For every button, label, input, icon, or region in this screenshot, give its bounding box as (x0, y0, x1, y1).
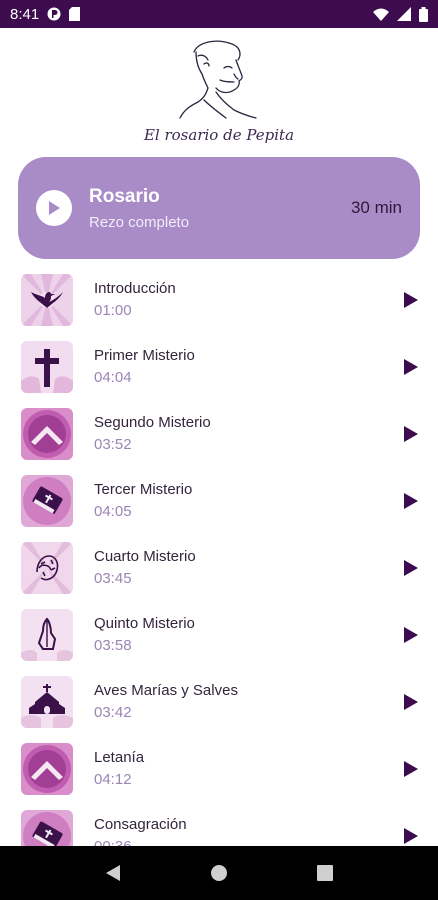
item-duration: 03:45 (94, 570, 132, 587)
list-item[interactable]: Quinto Misterio 03:58 (0, 601, 438, 668)
list-item[interactable]: Letanía 04:12 (0, 735, 438, 802)
play-icon[interactable] (403, 827, 419, 845)
play-icon[interactable] (403, 425, 419, 443)
crown-of-thorns-icon (21, 541, 73, 594)
status-time: 8:41 (10, 5, 40, 23)
item-title: Introducción (94, 280, 176, 297)
play-icon[interactable] (403, 559, 419, 577)
dove-icon (21, 273, 73, 326)
recents-icon[interactable] (317, 865, 334, 881)
item-duration: 03:58 (94, 637, 132, 654)
church-icon (21, 675, 73, 728)
item-duration: 04:04 (94, 369, 132, 386)
list-item[interactable]: Cuarto Misterio 03:45 (0, 534, 438, 601)
play-icon[interactable] (403, 358, 419, 376)
item-duration: 03:52 (94, 436, 132, 453)
play-icon (49, 201, 60, 215)
status-bar: 8:41 (0, 0, 438, 28)
item-duration: 04:05 (94, 503, 132, 520)
wifi-icon (373, 8, 389, 21)
bible-icon (21, 474, 73, 527)
cross-icon (21, 340, 73, 393)
praying-hands-icon (21, 608, 73, 661)
item-title: Aves Marías y Salves (94, 682, 238, 699)
item-title: Quinto Misterio (94, 615, 195, 632)
play-icon[interactable] (403, 760, 419, 778)
play-icon[interactable] (403, 291, 419, 309)
home-icon[interactable] (210, 864, 228, 882)
rosary-hero-card[interactable]: Rosario Rezo completo 30 min (18, 157, 420, 259)
list-item[interactable]: Introducción 01:00 (0, 266, 438, 333)
item-title: Primer Misterio (94, 347, 195, 364)
notification-app-icon (47, 7, 61, 21)
list-item[interactable]: Segundo Misterio 03:52 (0, 400, 438, 467)
play-icon[interactable] (403, 492, 419, 510)
list-item[interactable]: Primer Misterio 04:04 (0, 333, 438, 400)
item-title: Letanía (94, 749, 145, 766)
app-logo: El rosario de Pepita (0, 38, 438, 150)
item-title: Segundo Misterio (94, 414, 211, 431)
hero-play-button[interactable] (36, 190, 72, 226)
back-icon[interactable] (105, 864, 121, 882)
system-nav-bar (0, 846, 438, 900)
list-item[interactable]: Tercer Misterio 04:05 (0, 467, 438, 534)
battery-icon (419, 6, 428, 22)
portrait-logo-icon (179, 40, 257, 119)
play-icon[interactable] (403, 693, 419, 711)
hero-subtitle: Rezo completo (89, 213, 190, 231)
hero-title: Rosario (89, 185, 160, 207)
item-title: Cuarto Misterio (94, 548, 196, 565)
item-duration: 04:12 (94, 771, 132, 788)
item-duration: 01:00 (94, 302, 132, 319)
signal-icon (397, 7, 411, 21)
arch-icon (21, 407, 73, 460)
item-title: Consagración (94, 816, 187, 833)
arch-icon (21, 742, 73, 795)
hero-duration: 30 min (350, 198, 402, 217)
play-icon[interactable] (403, 626, 419, 644)
item-title: Tercer Misterio (94, 481, 193, 498)
list-item[interactable]: Aves Marías y Salves 03:42 (0, 668, 438, 735)
item-duration: 03:42 (94, 704, 132, 721)
sd-card-icon (69, 7, 81, 21)
logo-text: El rosario de Pepita (143, 126, 295, 144)
